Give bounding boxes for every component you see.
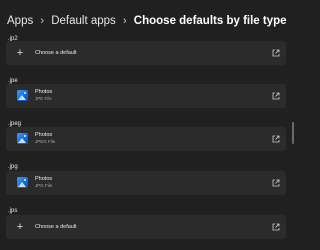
default-app-row-jpeg[interactable]: Photos JPEG File: [6, 127, 286, 151]
settings-page: Apps › Default apps › Choose defaults by…: [0, 0, 295, 250]
page-title: Choose defaults by file type: [133, 15, 287, 27]
plus-icon: +: [16, 221, 24, 233]
open-external-icon[interactable]: [272, 49, 280, 57]
photos-icon: [17, 133, 28, 144]
extension-label-jpg: .jpg: [8, 164, 18, 170]
app-name: Photos: [35, 176, 53, 182]
file-type-description: JPE File: [35, 96, 52, 101]
breadcrumb-apps[interactable]: Apps: [7, 12, 33, 30]
breadcrumb: Apps › Default apps › Choose defaults by…: [7, 12, 287, 30]
open-external-icon[interactable]: [272, 135, 280, 143]
photos-icon: [17, 177, 28, 188]
open-external-icon[interactable]: [272, 179, 280, 187]
default-app-row-jp2[interactable]: + Choose a default: [6, 41, 286, 65]
open-external-icon[interactable]: [272, 223, 280, 231]
file-type-description: JPG File: [35, 183, 53, 188]
open-external-icon[interactable]: [272, 92, 280, 100]
app-name: Photos: [35, 132, 53, 138]
photos-icon: [17, 90, 28, 101]
plus-icon: +: [16, 47, 24, 59]
default-app-row-jpg[interactable]: Photos JPG File: [6, 171, 286, 195]
app-name: Photos: [35, 89, 53, 95]
default-app-row-jps[interactable]: + Choose a default: [6, 215, 286, 239]
choose-default-label: Choose a default: [35, 224, 77, 230]
breadcrumb-separator-icon: ›: [122, 15, 127, 27]
file-type-description: JPEG File: [35, 139, 56, 144]
vertical-scrollbar[interactable]: [292, 122, 294, 144]
breadcrumb-separator-icon: ›: [40, 15, 45, 27]
breadcrumb-default-apps[interactable]: Default apps: [51, 12, 116, 30]
extension-label-jps: .jps: [8, 208, 18, 214]
choose-default-label: Choose a default: [35, 50, 77, 56]
default-app-row-jpe[interactable]: Photos JPE File: [6, 84, 286, 108]
